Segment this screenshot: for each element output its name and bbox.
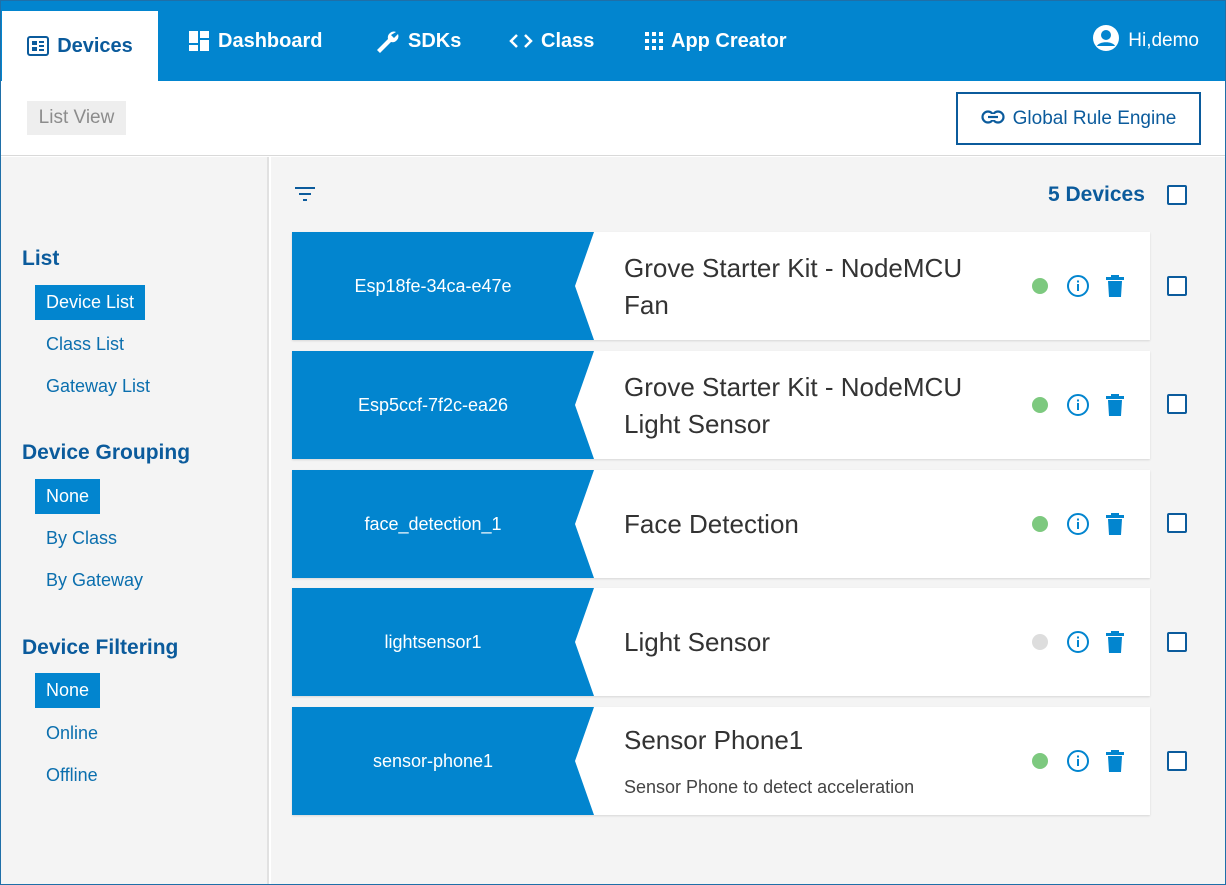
nav-tab-app-creator-label: App Creator bbox=[671, 29, 787, 52]
sidebar-item-offline[interactable]: Offline bbox=[35, 758, 109, 793]
global-rule-engine-button[interactable]: Global Rule Engine bbox=[956, 92, 1201, 145]
wrench-icon bbox=[374, 28, 400, 54]
device-select-checkbox[interactable] bbox=[1167, 394, 1187, 414]
sidebar-item-gateway-list[interactable]: Gateway List bbox=[35, 369, 161, 404]
device-select-checkbox[interactable] bbox=[1167, 513, 1187, 533]
device-id: face_detection_1 bbox=[292, 470, 594, 578]
user-menu[interactable]: Hi,demo bbox=[1092, 25, 1199, 57]
sidebar: List Device List Class List Gateway List… bbox=[1, 157, 269, 884]
info-icon[interactable] bbox=[1066, 749, 1090, 773]
nav-tab-devices[interactable]: Devices bbox=[2, 11, 158, 81]
device-card[interactable]: Esp18fe-34ca-e47e Grove Starter Kit - No… bbox=[292, 232, 1150, 340]
grid-icon bbox=[645, 32, 663, 50]
status-online-dot bbox=[1032, 753, 1048, 769]
info-icon[interactable] bbox=[1066, 630, 1090, 654]
device-name: Sensor Phone1 bbox=[624, 722, 1024, 759]
sidebar-item-by-class[interactable]: By Class bbox=[35, 521, 128, 556]
device-name: Light Sensor bbox=[624, 624, 1024, 661]
device-id: Esp5ccf-7f2c-ea26 bbox=[292, 351, 594, 459]
device-card[interactable]: face_detection_1 Face Detection bbox=[292, 470, 1150, 578]
info-icon[interactable] bbox=[1066, 512, 1090, 536]
device-name-line2: Fan bbox=[624, 290, 669, 320]
device-id: Esp18fe-34ca-e47e bbox=[292, 232, 594, 340]
device-count: 5 Devices bbox=[1048, 183, 1145, 206]
device-card[interactable]: sensor-phone1 Sensor Phone1 Sensor Phone… bbox=[292, 707, 1150, 815]
device-card[interactable]: lightsensor1 Light Sensor bbox=[292, 588, 1150, 696]
device-name: Face Detection bbox=[624, 506, 1024, 543]
nav-tab-devices-label: Devices bbox=[57, 34, 133, 57]
device-description: Sensor Phone to detect acceleration bbox=[624, 777, 915, 797]
sidebar-item-class-list[interactable]: Class List bbox=[35, 327, 135, 362]
nav-tab-class-label: Class bbox=[541, 29, 595, 52]
sidebar-item-grouping-none[interactable]: None bbox=[35, 479, 101, 514]
status-offline-dot bbox=[1032, 634, 1048, 650]
nav-tab-sdks[interactable]: SDKs bbox=[374, 25, 461, 57]
device-name-line2: Light Sensor bbox=[624, 409, 770, 439]
device-name-line1: Face Detection bbox=[624, 509, 799, 539]
link-icon bbox=[981, 108, 1005, 130]
device-id: sensor-phone1 bbox=[292, 707, 594, 815]
device-name: Grove Starter Kit - NodeMCU Fan bbox=[624, 250, 1024, 324]
device-name-line1: Grove Starter Kit - NodeMCU bbox=[624, 253, 963, 283]
sidebar-item-by-gateway[interactable]: By Gateway bbox=[35, 563, 154, 598]
global-rule-engine-label: Global Rule Engine bbox=[1012, 107, 1177, 129]
trash-icon[interactable] bbox=[1106, 275, 1124, 297]
device-name-line1: Grove Starter Kit - NodeMCU bbox=[624, 372, 963, 402]
status-online-dot bbox=[1032, 278, 1048, 294]
status-online-dot bbox=[1032, 516, 1048, 532]
device-name: Grove Starter Kit - NodeMCU Light Sensor bbox=[624, 369, 1024, 443]
device-name-line1: Sensor Phone1 bbox=[624, 725, 804, 755]
nav-tab-class[interactable]: Class bbox=[509, 25, 594, 57]
sidebar-item-filtering-none[interactable]: None bbox=[35, 673, 101, 708]
trash-icon[interactable] bbox=[1106, 750, 1124, 772]
app-frame: Devices Dashboard SDKs Class App Creator bbox=[0, 0, 1226, 885]
code-icon bbox=[509, 32, 533, 50]
trash-icon[interactable] bbox=[1106, 631, 1124, 653]
device-select-checkbox[interactable] bbox=[1167, 276, 1187, 296]
top-nav: Devices Dashboard SDKs Class App Creator bbox=[1, 1, 1225, 81]
device-select-checkbox[interactable] bbox=[1167, 751, 1187, 771]
device-id: lightsensor1 bbox=[292, 588, 594, 696]
device-list-panel: 5 Devices Esp18fe-34ca-e47e Grove Starte… bbox=[271, 157, 1225, 884]
nav-tab-app-creator[interactable]: App Creator bbox=[645, 25, 787, 57]
sidebar-item-online[interactable]: Online bbox=[35, 716, 109, 751]
info-icon[interactable] bbox=[1066, 274, 1090, 298]
device-select-checkbox[interactable] bbox=[1167, 632, 1187, 652]
sidebar-heading-device-grouping: Device Grouping bbox=[22, 441, 191, 464]
user-greeting: Hi,demo bbox=[1128, 30, 1199, 51]
sidebar-heading-device-filtering: Device Filtering bbox=[22, 636, 179, 659]
trash-icon[interactable] bbox=[1106, 394, 1124, 416]
nav-tab-sdks-label: SDKs bbox=[408, 29, 462, 52]
sub-header: List View Global Rule Engine bbox=[1, 81, 1225, 156]
devices-icon bbox=[27, 36, 50, 56]
trash-icon[interactable] bbox=[1106, 513, 1124, 535]
device-card[interactable]: Esp5ccf-7f2c-ea26 Grove Starter Kit - No… bbox=[292, 351, 1150, 459]
sidebar-heading-list: List bbox=[22, 247, 60, 270]
dashboard-icon bbox=[188, 30, 210, 52]
filter-icon[interactable] bbox=[293, 184, 317, 204]
device-name-line1: Light Sensor bbox=[624, 627, 770, 657]
nav-tab-dashboard[interactable]: Dashboard bbox=[188, 25, 322, 57]
sidebar-item-device-list[interactable]: Device List bbox=[35, 285, 146, 320]
info-icon[interactable] bbox=[1066, 393, 1090, 417]
list-view-button[interactable]: List View bbox=[27, 101, 126, 135]
status-online-dot bbox=[1032, 397, 1048, 413]
account-circle-icon bbox=[1092, 24, 1120, 58]
nav-tab-dashboard-label: Dashboard bbox=[218, 29, 323, 52]
select-all-checkbox[interactable] bbox=[1167, 185, 1187, 205]
